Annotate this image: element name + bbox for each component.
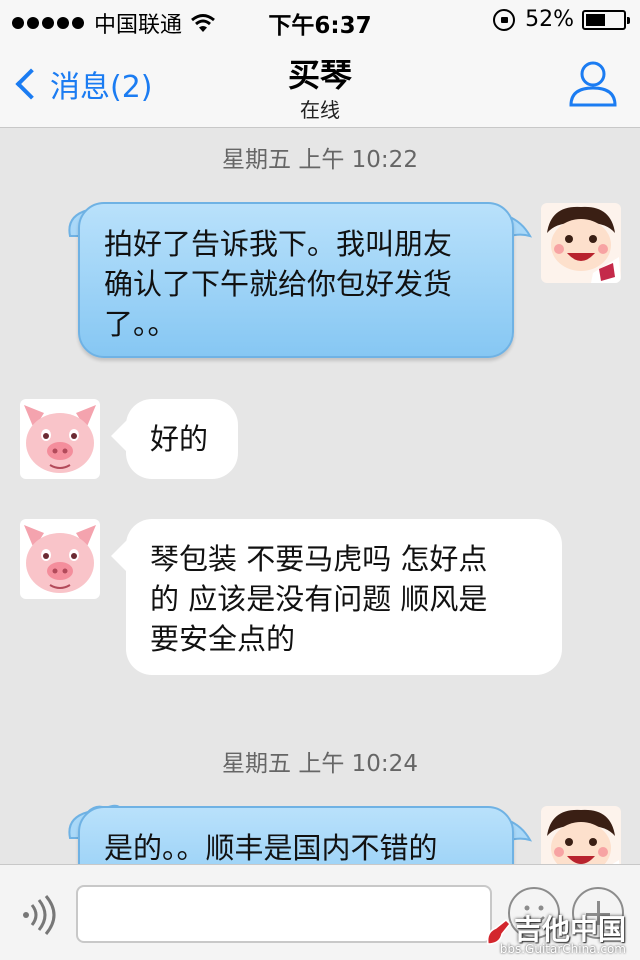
- message-line: 要安全点的: [150, 622, 296, 656]
- person-icon[interactable]: [568, 58, 618, 108]
- message-line: 拍好了告诉我下。我叫朋友: [104, 227, 453, 261]
- navigation-bar: 消息(2) 买琴 在线: [0, 40, 640, 128]
- contact-avatar[interactable]: [20, 519, 100, 599]
- message-bubble-incoming[interactable]: 琴包装 不要马虎吗 怎好点 的 应该是没有问题 顺风是 要安全点的: [126, 519, 562, 675]
- contact-avatar[interactable]: [20, 399, 100, 479]
- message-bubble-outgoing[interactable]: 拍好了告诉我下。我叫朋友 确认了下午就给你包好发货 了。。: [78, 202, 514, 358]
- chat-title: 买琴: [287, 56, 352, 94]
- message-line: 琴包装 不要马虎吗 怎好点: [150, 542, 488, 576]
- rotation-lock-icon: [493, 8, 516, 31]
- timestamp: 星期五 上午 10:22: [222, 147, 418, 173]
- message-line: 是的。。顺丰是国内不错的: [104, 831, 438, 865]
- status-bar: 中国联通 下午6:37 52%: [0, 0, 640, 40]
- message-line: 好的: [150, 422, 209, 456]
- my-avatar[interactable]: [541, 203, 621, 283]
- message-bubble-incoming[interactable]: 好的: [126, 399, 238, 479]
- message-line: 确认了下午就给你包好发货: [104, 267, 453, 301]
- battery-fill: [586, 13, 605, 26]
- battery-percent: 52%: [525, 7, 574, 32]
- message-input[interactable]: [76, 885, 492, 943]
- online-status: 在线: [300, 98, 340, 122]
- watermark-url: bbs.GuitarChina.com: [499, 942, 626, 956]
- message-line: 了。。: [104, 307, 177, 341]
- watermark: 吉他中国 bbs.GuitarChina.com: [484, 908, 634, 960]
- battery-icon: [582, 9, 630, 30]
- status-bar-right: 52%: [493, 7, 630, 32]
- timestamp: 星期五 上午 10:24: [222, 751, 418, 777]
- message-line: 的 应该是没有问题 顺风是: [150, 582, 488, 616]
- voice-wave-icon[interactable]: [18, 895, 58, 935]
